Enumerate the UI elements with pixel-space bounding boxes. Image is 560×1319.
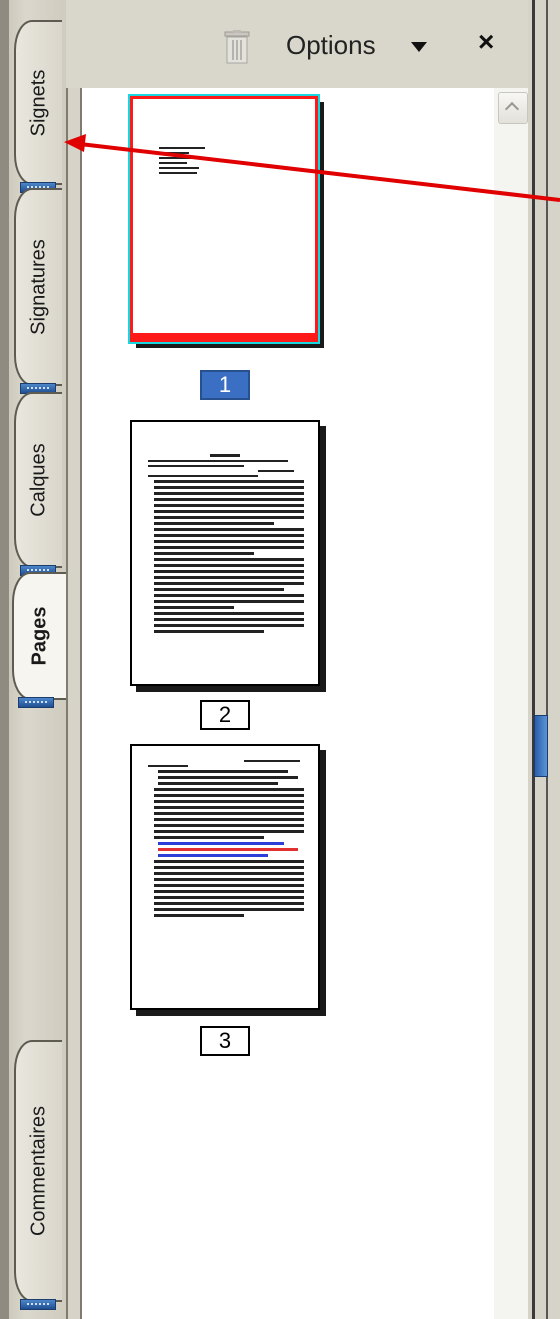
tab-calques[interactable]: Calques	[14, 392, 62, 576]
close-icon[interactable]: ×	[478, 26, 494, 58]
page-3-content	[148, 760, 304, 920]
tab-commentaires-label: Commentaires	[27, 1105, 50, 1237]
chevron-down-icon[interactable]	[411, 42, 427, 52]
vertical-scrollbar[interactable]	[494, 88, 530, 1319]
pane-splitter[interactable]	[528, 0, 560, 1319]
tab-signets[interactable]: Signets	[14, 20, 62, 193]
tab-pages-grip[interactable]	[18, 697, 54, 708]
splitter-border-inner	[546, 0, 548, 1319]
panel-header: Options ×	[66, 0, 528, 88]
tab-signatures-label: Signatures	[27, 239, 50, 335]
splitter-border	[532, 0, 535, 1319]
side-tab-strip: Signets Signatures Calques Pages Comment…	[0, 0, 68, 1319]
tab-signets-label: Signets	[27, 69, 50, 136]
page-thumbnail-3[interactable]	[130, 744, 320, 1010]
splitter-grip[interactable]	[534, 715, 548, 777]
options-menu-button[interactable]: Options	[286, 30, 376, 61]
tab-pages-label: Pages	[28, 606, 51, 666]
tab-commentaires-grip[interactable]	[20, 1299, 56, 1310]
page-number-2[interactable]: 2	[200, 700, 250, 730]
page-1-view-indicator	[133, 333, 315, 339]
page-1-content	[159, 147, 205, 177]
tab-signatures[interactable]: Signatures	[14, 188, 62, 394]
scroll-up-button[interactable]	[498, 92, 528, 124]
tab-calques-label: Calques	[27, 443, 50, 517]
page-thumbnails-pane: 1 2 3	[80, 88, 530, 1319]
page-thumbnail-2[interactable]	[130, 420, 320, 686]
tab-strip-edge	[0, 0, 9, 1319]
tab-commentaires[interactable]: Commentaires	[14, 1040, 62, 1310]
page-number-1[interactable]: 1	[200, 370, 250, 400]
page-number-3[interactable]: 3	[200, 1026, 250, 1056]
page-thumbnail-1[interactable]	[128, 94, 320, 344]
trash-icon[interactable]	[224, 30, 250, 64]
tab-pages[interactable]: Pages	[12, 572, 66, 708]
page-2-content	[148, 454, 304, 636]
